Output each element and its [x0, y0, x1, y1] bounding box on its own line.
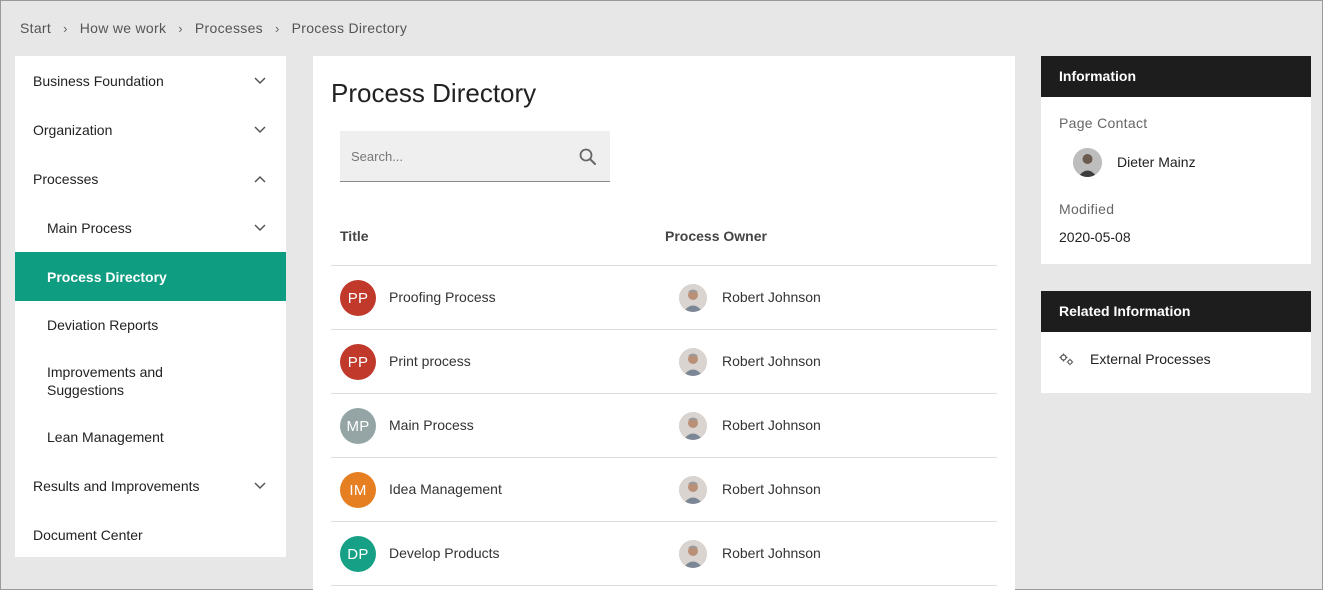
nav-item-processes[interactable]: Processes	[15, 154, 286, 203]
chevron-down-icon[interactable]	[254, 125, 266, 134]
process-initials-badge: PP	[340, 280, 376, 316]
search-icon[interactable]	[578, 147, 598, 167]
breadcrumb-separator: ›	[178, 20, 183, 36]
column-header-title[interactable]: Title	[340, 228, 369, 244]
nav-item-results-and-improvements[interactable]: Results and Improvements	[15, 461, 286, 510]
chevron-down-icon[interactable]	[254, 481, 266, 490]
process-initials-badge: DP	[340, 536, 376, 572]
nav-item-process-directory[interactable]: Process Directory	[15, 252, 286, 301]
nav-item-label: Organization	[33, 121, 113, 138]
avatar[interactable]	[1073, 148, 1102, 177]
process-title[interactable]: Proofing Process	[389, 289, 496, 305]
avatar[interactable]	[679, 476, 707, 504]
avatar[interactable]	[679, 412, 707, 440]
process-owner-name[interactable]: Robert Johnson	[722, 289, 821, 305]
breadcrumb-how-we-work[interactable]: How we work	[80, 20, 167, 36]
page-title: Process Directory	[331, 78, 537, 108]
avatar[interactable]	[679, 284, 707, 312]
nav-item-label: Deviation Reports	[47, 317, 159, 333]
table-row[interactable]: DP Develop Products Robert Johnson	[331, 522, 997, 586]
search-box	[340, 131, 610, 182]
nav-item-label: Main Process	[47, 219, 132, 236]
nav-item-deviation-reports[interactable]: Deviation Reports	[15, 301, 286, 349]
nav-item-label: Improvements and Suggestions	[47, 364, 163, 398]
avatar[interactable]	[679, 540, 707, 568]
left-navigation: Business Foundation Organization Process…	[15, 56, 286, 557]
nav-item-business-foundation[interactable]: Business Foundation	[15, 56, 286, 105]
breadcrumb-separator: ›	[63, 20, 68, 36]
process-owner-name[interactable]: Robert Johnson	[722, 545, 821, 561]
table-header: Title Process Owner	[331, 216, 997, 266]
chevron-down-icon[interactable]	[254, 223, 266, 232]
search-input[interactable]	[340, 131, 570, 181]
process-owner-name[interactable]: Robert Johnson	[722, 353, 821, 369]
nav-item-improvements-and-suggestions[interactable]: Improvements and Suggestions	[15, 349, 286, 413]
breadcrumb-process-directory[interactable]: Process Directory	[292, 20, 408, 36]
process-owner-name[interactable]: Robert Johnson	[722, 481, 821, 497]
nav-item-main-process[interactable]: Main Process	[15, 203, 286, 252]
process-initials-badge: PP	[340, 344, 376, 380]
table-row[interactable]: MP Main Process Robert Johnson	[331, 394, 997, 458]
page-contact-name[interactable]: Dieter Mainz	[1117, 154, 1196, 170]
breadcrumb: Start › How we work › Processes › Proces…	[20, 18, 407, 38]
gears-icon	[1059, 353, 1074, 365]
process-title[interactable]: Main Process	[389, 417, 474, 433]
table-row[interactable]: PP Proofing Process Robert Johnson	[331, 266, 997, 330]
column-header-process-owner[interactable]: Process Owner	[665, 228, 767, 244]
nav-item-organization[interactable]: Organization	[15, 105, 286, 154]
nav-item-label: Processes	[33, 170, 99, 187]
main-content: Process Directory Title Process Owner PP…	[313, 56, 1015, 590]
nav-item-label: Results and Improvements	[33, 477, 200, 494]
information-header: Information	[1041, 56, 1311, 97]
nav-item-lean-management[interactable]: Lean Management	[15, 413, 286, 461]
nav-item-label: Lean Management	[47, 429, 164, 445]
process-title[interactable]: Print process	[389, 353, 471, 369]
process-title[interactable]: Idea Management	[389, 481, 502, 497]
nav-item-document-center[interactable]: Document Center	[15, 510, 286, 559]
modified-label: Modified	[1059, 201, 1115, 217]
nav-item-label: Business Foundation	[33, 72, 164, 89]
process-owner-name[interactable]: Robert Johnson	[722, 417, 821, 433]
avatar[interactable]	[679, 348, 707, 376]
external-processes-label: External Processes	[1090, 351, 1211, 367]
page-contact-label: Page Contact	[1059, 115, 1148, 131]
breadcrumb-start[interactable]: Start	[20, 20, 51, 36]
process-title[interactable]: Develop Products	[389, 545, 500, 561]
table-row[interactable]: PP Print process Robert Johnson	[331, 330, 997, 394]
related-information-header: Related Information	[1041, 291, 1311, 332]
breadcrumb-processes[interactable]: Processes	[195, 20, 263, 36]
process-initials-badge: MP	[340, 408, 376, 444]
process-initials-badge: IM	[340, 472, 376, 508]
information-panel: Information Page Contact Dieter Mainz Mo…	[1041, 56, 1311, 264]
modified-value: 2020-05-08	[1059, 229, 1131, 245]
chevron-up-icon[interactable]	[254, 175, 266, 183]
nav-item-label: Process Directory	[47, 268, 167, 285]
table-row[interactable]: IM Idea Management Robert Johnson	[331, 458, 997, 522]
external-processes-link[interactable]: External Processes	[1059, 351, 1211, 367]
related-information-panel: Related Information External Processes	[1041, 291, 1311, 393]
breadcrumb-separator: ›	[274, 20, 280, 36]
nav-item-label: Document Center	[33, 526, 143, 543]
chevron-down-icon[interactable]	[254, 76, 266, 85]
